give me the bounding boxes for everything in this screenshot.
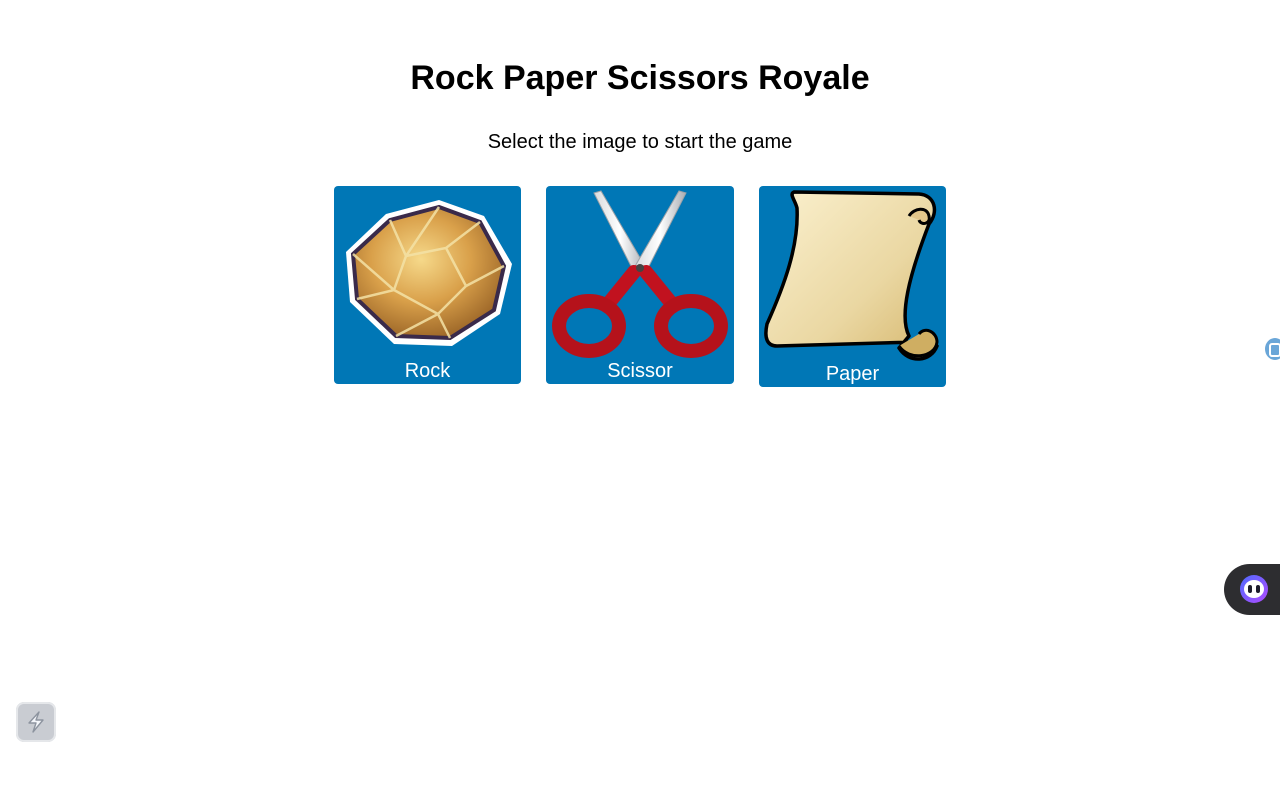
assistant-launcher-button[interactable] — [1224, 564, 1280, 615]
floating-widget-button[interactable] — [16, 702, 56, 742]
scissor-label: Scissor — [607, 360, 673, 382]
scissor-choice-card[interactable]: Scissor — [546, 186, 734, 384]
choice-cards: Rock Scissor Paper — [0, 186, 1280, 396]
scissors-icon — [552, 190, 728, 358]
instructions-text: Select the image to start the game — [487, 131, 793, 153]
extension-icon[interactable] — [1265, 338, 1280, 360]
rock-icon — [346, 200, 512, 346]
rock-choice-card[interactable]: Rock — [334, 186, 521, 384]
paper-label: Paper — [825, 363, 880, 385]
scroll-icon — [764, 190, 939, 361]
lightning-icon — [28, 711, 44, 733]
page-title: Rock Paper Scissors Royale — [410, 59, 870, 97]
assistant-face-icon — [1240, 575, 1268, 603]
paper-choice-card[interactable]: Paper — [759, 186, 946, 387]
rock-label: Rock — [404, 360, 451, 382]
